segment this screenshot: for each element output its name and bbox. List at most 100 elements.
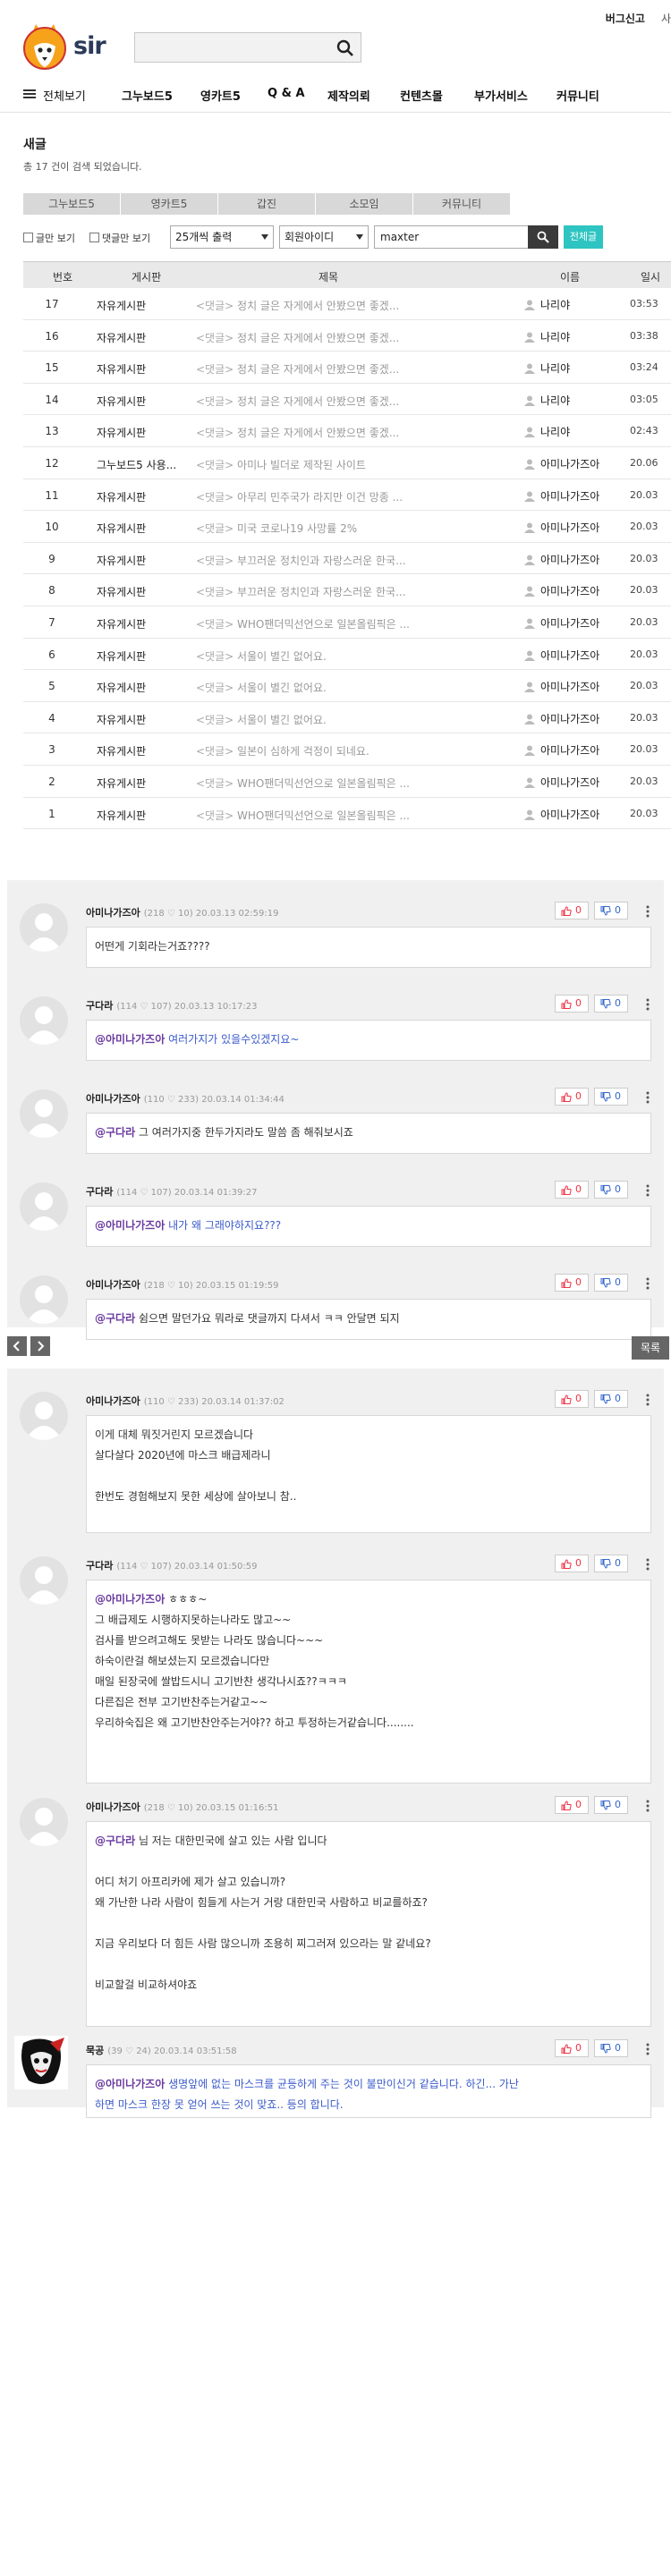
row-subject-link[interactable]: <댓글> 아미나 빌더로 제작된 사이트: [196, 457, 455, 472]
row-subject-link[interactable]: <댓글> 정치 글은 자게에서 안봤으면 좋겠...: [196, 394, 455, 409]
mention-link[interactable]: @아미나가즈아: [95, 1033, 165, 1046]
more-options-icon[interactable]: [646, 1558, 650, 1571]
more-options-icon[interactable]: [646, 1394, 650, 1406]
comment-author[interactable]: 아미나가즈아 (110 ♡ 233) 20.03.14 01:34:44: [86, 1091, 285, 1106]
nav-community[interactable]: 커뮤니티: [556, 87, 599, 104]
upvote-button[interactable]: 0: [555, 2039, 589, 2057]
upvote-button[interactable]: 0: [555, 1274, 589, 1292]
mention-link[interactable]: @아미나가즈아: [95, 1219, 165, 1232]
next-page-button[interactable]: [30, 1336, 50, 1356]
table-row[interactable]: 2 자유게시판 <댓글> WHO팬더믹선언으로 일본올림픽은 ... 아미나가즈아 20…: [23, 766, 671, 798]
row-subject-link[interactable]: <댓글> 아무리 민주국가 라지만 이건 망종 ...: [196, 489, 455, 504]
table-row[interactable]: 1 자유게시판 <댓글> WHO팬더믹선언으로 일본올림픽은 ... 아미나가즈아 20…: [23, 798, 671, 830]
row-subject-link[interactable]: <댓글> 서울이 별긴 없어요.: [196, 680, 455, 695]
upvote-button[interactable]: 0: [555, 1390, 589, 1408]
table-row[interactable]: 10 자유게시판 <댓글> 미국 코로나19 사망률 2% 아미나가즈아 20.03: [23, 511, 671, 543]
row-board[interactable]: 자유게시판: [97, 521, 200, 536]
more-options-icon[interactable]: [646, 1184, 650, 1197]
list-button[interactable]: 목록: [632, 1336, 669, 1360]
row-subject-link[interactable]: <댓글> 정치 글은 자게에서 안봤으면 좋겠...: [196, 361, 455, 377]
avatar[interactable]: [20, 1089, 68, 1138]
tab-gnuboard5[interactable]: 그누보드5: [23, 193, 120, 215]
table-row[interactable]: 15 자유게시판 <댓글> 정치 글은 자게에서 안봤으면 좋겠... 나리야 03:2…: [23, 352, 671, 384]
avatar[interactable]: [20, 903, 68, 952]
upvote-button[interactable]: 0: [555, 1088, 589, 1106]
mention-link[interactable]: @구다라: [95, 1835, 135, 1847]
avatar[interactable]: [14, 2036, 68, 2089]
row-author[interactable]: 나리야: [524, 297, 570, 312]
search-button[interactable]: [528, 225, 558, 249]
upvote-button[interactable]: 0: [555, 1796, 589, 1814]
table-row[interactable]: 14 자유게시판 <댓글> 정치 글은 자게에서 안봤으면 좋겠... 나리야 03:0…: [23, 384, 671, 416]
mention-link[interactable]: @아미나가즈아: [95, 1593, 165, 1606]
row-board[interactable]: 자유게시판: [97, 712, 200, 727]
row-author[interactable]: 아미나가즈아: [524, 775, 599, 790]
more-options-icon[interactable]: [646, 905, 650, 918]
nav-youngcart5[interactable]: 영카트5: [200, 87, 241, 104]
row-board[interactable]: 자유게시판: [97, 775, 200, 791]
table-row[interactable]: 6 자유게시판 <댓글> 서울이 별긴 없어요. 아미나가즈아 20.03: [23, 639, 671, 671]
row-author[interactable]: 아미나가즈아: [524, 742, 599, 758]
search-icon[interactable]: [336, 38, 355, 58]
row-author[interactable]: 나리야: [524, 393, 570, 408]
comment-author[interactable]: 구다라 (114 ♡ 107) 20.03.14 01:50:59: [86, 1558, 257, 1572]
upvote-button[interactable]: 0: [555, 1555, 589, 1572]
prev-page-button[interactable]: [7, 1336, 27, 1356]
row-subject-link[interactable]: <댓글> 정치 글은 자게에서 안봤으면 좋겠...: [196, 330, 455, 345]
downvote-button[interactable]: 0: [594, 995, 628, 1013]
query-input[interactable]: maxter: [374, 225, 530, 249]
table-row[interactable]: 5 자유게시판 <댓글> 서울이 별긴 없어요. 아미나가즈아 20.03: [23, 670, 671, 702]
row-board[interactable]: 자유게시판: [97, 680, 200, 695]
row-board[interactable]: 그누보드5 사용...: [97, 457, 200, 472]
table-row[interactable]: 12 그누보드5 사용... <댓글> 아미나 빌더로 제작된 사이트 아미나가즈아 2…: [23, 447, 671, 479]
site-search-input[interactable]: [134, 32, 361, 63]
row-subject-link[interactable]: <댓글> 일본이 심하게 걱정이 되네요.: [196, 743, 455, 758]
row-board[interactable]: 자유게시판: [97, 616, 200, 631]
avatar[interactable]: [20, 1556, 68, 1605]
downvote-button[interactable]: 0: [594, 1555, 628, 1572]
avatar[interactable]: [20, 1182, 68, 1231]
hamburger-menu-icon[interactable]: [23, 89, 36, 98]
row-subject-link[interactable]: <댓글> 미국 코로나19 사망률 2%: [196, 521, 455, 536]
row-subject-link[interactable]: <댓글> 서울이 별긴 없어요.: [196, 712, 455, 727]
avatar[interactable]: [20, 1275, 68, 1324]
nav-qna[interactable]: Q & A: [268, 87, 305, 100]
avatar[interactable]: [20, 1392, 68, 1440]
mention-link[interactable]: @구다라: [95, 1312, 135, 1325]
row-board[interactable]: 자유게시판: [97, 361, 200, 377]
comment-author[interactable]: 아미나가즈아 (218 ♡ 10) 20.03.15 01:16:51: [86, 1800, 278, 1814]
comment-author[interactable]: 아미나가즈아 (110 ♡ 233) 20.03.14 01:37:02: [86, 1394, 285, 1408]
row-author[interactable]: 나리야: [524, 360, 570, 376]
site-logo[interactable]: sir: [23, 23, 113, 70]
row-author[interactable]: 아미나가즈아: [524, 552, 599, 567]
nav-contents-mall[interactable]: 컨텐츠몰: [400, 87, 443, 104]
row-board[interactable]: 자유게시판: [97, 553, 200, 568]
row-board[interactable]: 자유게시판: [97, 743, 200, 758]
downvote-button[interactable]: 0: [594, 2039, 628, 2057]
upvote-button[interactable]: 0: [555, 902, 589, 919]
mention-link[interactable]: @아미나가즈아: [95, 2078, 165, 2090]
row-author[interactable]: 나리야: [524, 329, 570, 344]
table-row[interactable]: 17 자유게시판 <댓글> 정치 글은 자게에서 안봤으면 좋겠... 나리야 03:5…: [23, 288, 671, 320]
tab-gapjin[interactable]: 갑진: [218, 193, 315, 215]
row-author[interactable]: 아미나가즈아: [524, 583, 599, 598]
row-subject-link[interactable]: <댓글> WHO팬더믹선언으로 일본올림픽은 ...: [196, 616, 455, 631]
row-board[interactable]: 자유게시판: [97, 648, 200, 664]
row-board[interactable]: 자유게시판: [97, 394, 200, 409]
downvote-button[interactable]: 0: [594, 1088, 628, 1106]
row-subject-link[interactable]: <댓글> 서울이 별긴 없어요.: [196, 648, 455, 664]
search-field-select[interactable]: 회원아이디: [279, 225, 369, 249]
tab-youngcart5[interactable]: 영카트5: [121, 193, 217, 215]
per-page-select[interactable]: 25개씩 출력: [170, 225, 274, 249]
more-options-icon[interactable]: [646, 1800, 650, 1812]
avatar[interactable]: [20, 1798, 68, 1846]
more-options-icon[interactable]: [646, 998, 650, 1011]
row-author[interactable]: 아미나가즈아: [524, 456, 599, 471]
comment-author[interactable]: 아미나가즈아 (218 ♡ 10) 20.03.15 01:19:59: [86, 1277, 278, 1292]
avatar[interactable]: [20, 996, 68, 1045]
row-subject-link[interactable]: <댓글> WHO팬더믹선언으로 일본올림픽은 ...: [196, 775, 455, 791]
row-author[interactable]: 아미나가즈아: [524, 615, 599, 631]
nav-all[interactable]: 전체보기: [43, 87, 86, 104]
row-author[interactable]: 아미나가즈아: [524, 711, 599, 726]
row-author[interactable]: 아미나가즈아: [524, 807, 599, 822]
